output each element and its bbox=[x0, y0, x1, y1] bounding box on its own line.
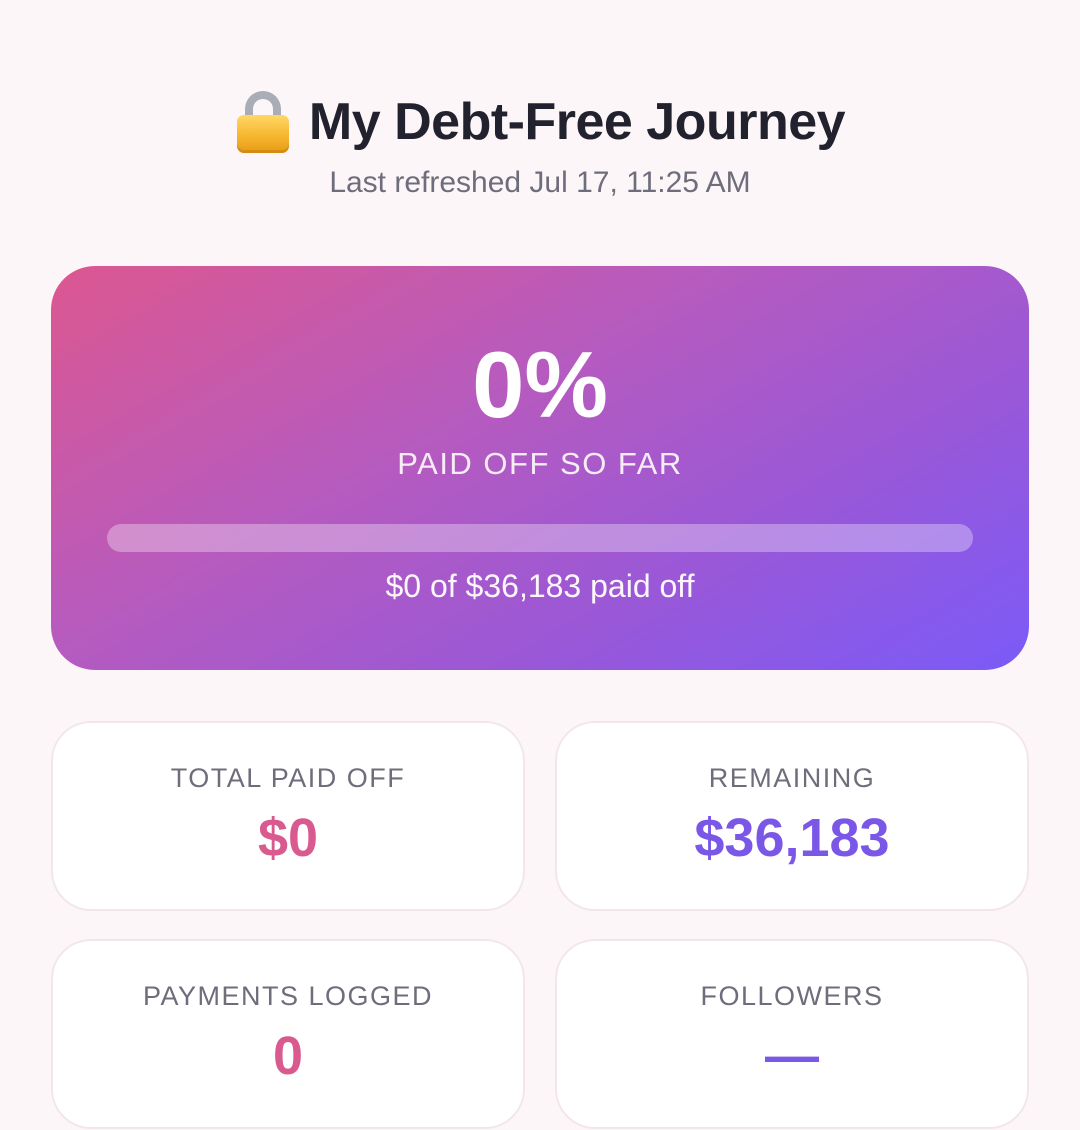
percent-paid-label: PAID OFF SO FAR bbox=[397, 446, 683, 481]
stat-value: 0 bbox=[272, 1026, 304, 1086]
page-title: My Debt-Free Journey bbox=[308, 93, 846, 151]
title-row: My Debt-Free Journey bbox=[0, 84, 1080, 160]
paid-amount-summary: $0 of $36,183 paid off bbox=[385, 568, 695, 604]
lock-icon bbox=[235, 89, 291, 155]
stat-card-followers: FOLLOWERS — bbox=[555, 939, 1029, 1129]
stat-value: — bbox=[765, 1026, 819, 1086]
stat-card-remaining: REMAINING $36,183 bbox=[555, 721, 1029, 911]
progress-hero-card: 0% PAID OFF SO FAR $0 of $36,183 paid of… bbox=[51, 266, 1029, 670]
stat-value: $36,183 bbox=[694, 808, 890, 868]
stat-label: FOLLOWERS bbox=[700, 981, 884, 1011]
page-header: My Debt-Free Journey Last refreshed Jul … bbox=[0, 84, 1080, 200]
stat-label: REMAINING bbox=[708, 763, 876, 793]
stat-value: $0 bbox=[257, 808, 319, 868]
stat-label: PAYMENTS LOGGED bbox=[142, 981, 434, 1011]
stat-label: TOTAL PAID OFF bbox=[170, 763, 406, 793]
stat-card-total-paid: TOTAL PAID OFF $0 bbox=[51, 721, 525, 911]
stat-card-payments-logged: PAYMENTS LOGGED 0 bbox=[51, 939, 525, 1129]
progress-bar bbox=[107, 524, 973, 552]
percent-paid-value: 0% bbox=[472, 332, 608, 437]
last-refreshed-text: Last refreshed Jul 17, 11:25 AM bbox=[329, 166, 751, 199]
debt-journey-page: My Debt-Free Journey Last refreshed Jul … bbox=[0, 0, 1080, 1130]
